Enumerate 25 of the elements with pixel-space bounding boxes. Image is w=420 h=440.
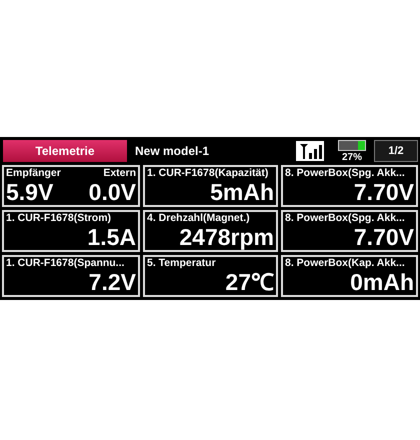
sensor-value: 27℃ — [224, 270, 274, 295]
sensor-value: 7.70V — [352, 225, 414, 250]
battery-icon — [338, 140, 366, 150]
sensor-label: 8. PowerBox(Spg. Akk... — [285, 167, 406, 180]
sensor-value: 5.9V — [6, 180, 54, 205]
sensor-label: 1. CUR-F1678(Kapazität) — [147, 167, 270, 180]
model-name: New model-1 — [135, 144, 210, 158]
sensor-label: 8. PowerBox(Kap. Akk... — [285, 257, 406, 270]
battery-percent: 27% — [342, 152, 362, 162]
sensor-value: 2478rpm — [178, 225, 274, 250]
sensor-label: 5. Temperatur — [147, 257, 217, 270]
sensor-value: 1.5A — [86, 225, 136, 250]
sensor-label: 4. Drehzahl(Magnet.) — [147, 212, 251, 225]
sensor-label: 1. CUR-F1678(Spannu... — [6, 257, 126, 270]
sensor-value: 0.0V — [88, 180, 136, 205]
sensor-value: 7.70V — [352, 180, 414, 205]
sensor-label: 8. PowerBox(Spg. Akk... — [285, 212, 406, 225]
page-button[interactable]: 1/2 — [374, 140, 418, 162]
sensor-value: 7.2V — [88, 270, 136, 295]
sensor-value: 5mAh — [209, 180, 274, 205]
sensor-label: Empfänger — [6, 167, 61, 180]
sensor-value: 0mAh — [349, 270, 414, 295]
sensor-label: 1. CUR-F1678(Strom) — [6, 212, 112, 225]
telemetry-tab[interactable]: Telemetrie — [3, 140, 127, 162]
sensor-label: Extern — [103, 167, 136, 180]
